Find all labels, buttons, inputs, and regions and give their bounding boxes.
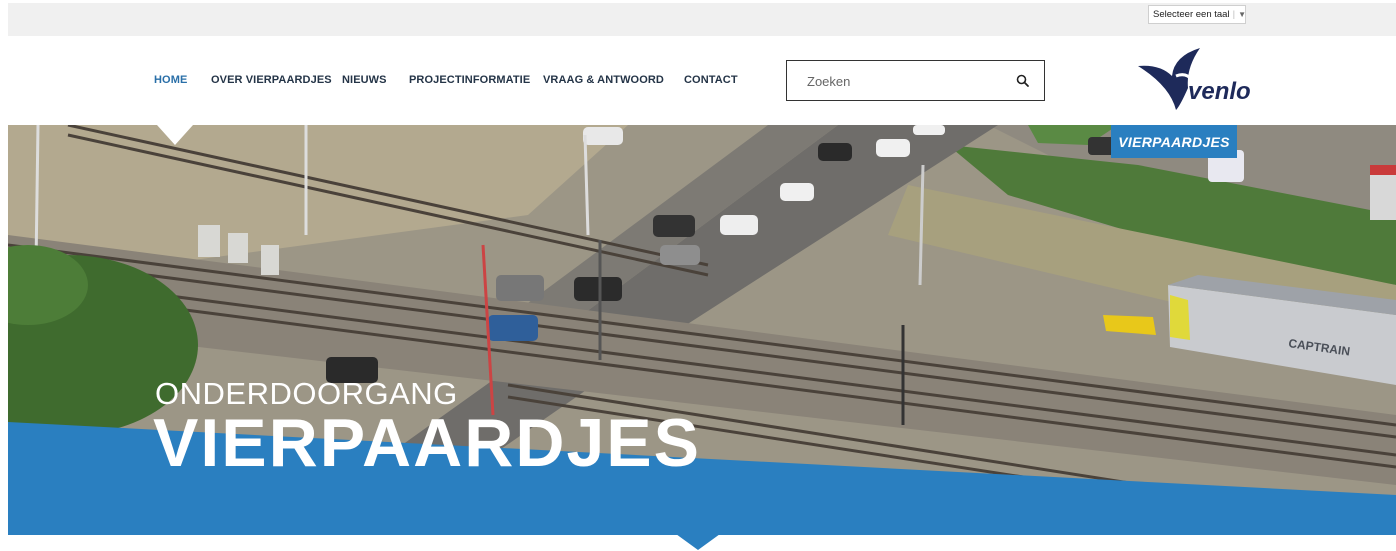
nav-item-nieuws[interactable]: NIEUWS bbox=[342, 74, 387, 86]
nav-item-home[interactable]: HOME bbox=[154, 74, 187, 86]
language-select-label: Selecteer een taal bbox=[1153, 9, 1230, 20]
nav-item-vraag-antwoord[interactable]: VRAAG & ANTWOORD bbox=[543, 74, 664, 86]
chevron-down-icon: ▼ bbox=[1238, 10, 1246, 19]
nav-item-contact[interactable]: CONTACT bbox=[684, 74, 738, 86]
language-select[interactable]: Selecteer een taal | ▼ bbox=[1148, 5, 1246, 24]
logo-text: venlo bbox=[1188, 78, 1251, 105]
nav-item-over-vierpaardjes[interactable]: OVER VIERPAARDJES bbox=[211, 74, 332, 86]
hero-title: VIERPAARDJES bbox=[153, 405, 701, 481]
scroll-down-pointer[interactable] bbox=[676, 534, 720, 551]
nav-item-projectinformatie[interactable]: PROJECTINFORMATIE bbox=[409, 74, 530, 86]
language-select-separator: | bbox=[1232, 9, 1236, 20]
vierpaardjes-badge: VIERPAARDJES bbox=[1111, 125, 1237, 158]
search-icon[interactable] bbox=[1015, 73, 1031, 89]
nav-active-pointer bbox=[157, 125, 193, 145]
search-box[interactable]: Zoeken bbox=[786, 60, 1045, 101]
search-input[interactable]: Zoeken bbox=[807, 74, 850, 89]
